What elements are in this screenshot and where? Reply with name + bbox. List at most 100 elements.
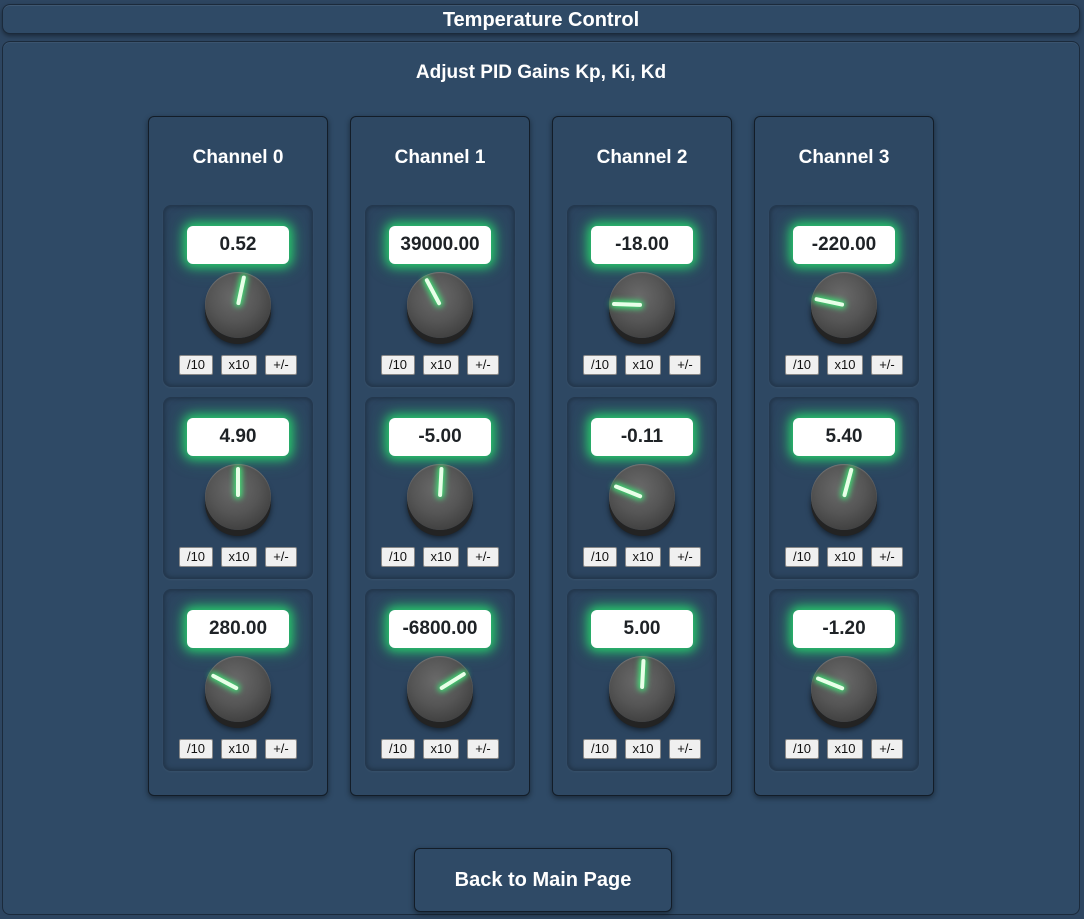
divide-by-ten-button[interactable]: /10 — [179, 739, 213, 759]
gain-button-row: /10 x10 +/- — [381, 355, 501, 375]
gain-value-display[interactable]: 280.00 — [187, 610, 289, 648]
multiply-by-ten-button[interactable]: x10 — [221, 355, 257, 375]
gain-value-display[interactable]: 0.52 — [187, 226, 289, 264]
divide-by-ten-button[interactable]: /10 — [583, 739, 617, 759]
gain-ki-control: 4.90/10 x10 +/- — [163, 397, 313, 579]
channel-panel-1: Channel 1 39000.00/10 x10 +/- -5.00/10 x10 +/-… — [350, 116, 530, 796]
gain-value-display[interactable]: -18.00 — [591, 226, 693, 264]
knob-indicator — [611, 301, 643, 307]
gain-value-display[interactable]: 39000.00 — [389, 226, 491, 264]
negate-button[interactable]: +/- — [669, 547, 701, 567]
multiply-by-ten-button[interactable]: x10 — [827, 739, 863, 759]
gain-button-row: /10 x10 +/- — [381, 739, 501, 759]
multiply-by-ten-button[interactable]: x10 — [625, 547, 661, 567]
divide-by-ten-button[interactable]: /10 — [785, 547, 819, 567]
knob-indicator — [640, 658, 646, 690]
back-to-main-button[interactable]: Back to Main Page — [414, 848, 672, 912]
gain-knob[interactable] — [609, 656, 675, 722]
gain-kp-control: -18.00/10 x10 +/- — [567, 205, 717, 387]
multiply-by-ten-button[interactable]: x10 — [221, 547, 257, 567]
divide-by-ten-button[interactable]: /10 — [381, 739, 415, 759]
negate-button[interactable]: +/- — [669, 355, 701, 375]
gain-value-display[interactable]: -220.00 — [793, 226, 895, 264]
gain-knob[interactable] — [205, 464, 271, 530]
gain-knob[interactable] — [811, 464, 877, 530]
gain-knob[interactable] — [811, 272, 877, 338]
gain-button-row: /10 x10 +/- — [381, 547, 501, 567]
gain-knob[interactable] — [407, 464, 473, 530]
gain-button-row: /10 x10 +/- — [785, 547, 905, 567]
gain-button-row: /10 x10 +/- — [583, 547, 703, 567]
gain-ki-control: -5.00/10 x10 +/- — [365, 397, 515, 579]
gain-kp-control: -220.00/10 x10 +/- — [769, 205, 919, 387]
page-title: Temperature Control — [442, 9, 640, 31]
knob-indicator — [236, 467, 240, 497]
knob-indicator — [210, 673, 239, 691]
multiply-by-ten-button[interactable]: x10 — [423, 355, 459, 375]
divide-by-ten-button[interactable]: /10 — [785, 739, 819, 759]
gain-value-display[interactable]: -1.20 — [793, 610, 895, 648]
gain-knob[interactable] — [205, 272, 271, 338]
divide-by-ten-button[interactable]: /10 — [179, 547, 213, 567]
negate-button[interactable]: +/- — [467, 547, 499, 567]
gain-knob[interactable] — [407, 272, 473, 338]
knob-indicator — [438, 671, 467, 691]
negate-button[interactable]: +/- — [265, 355, 297, 375]
multiply-by-ten-button[interactable]: x10 — [827, 355, 863, 375]
multiply-by-ten-button[interactable]: x10 — [625, 355, 661, 375]
gain-knob[interactable] — [811, 656, 877, 722]
multiply-by-ten-button[interactable]: x10 — [423, 547, 459, 567]
gain-value-display[interactable]: -6800.00 — [389, 610, 491, 648]
knob-indicator — [814, 296, 845, 307]
gain-knob[interactable] — [407, 656, 473, 722]
multiply-by-ten-button[interactable]: x10 — [827, 547, 863, 567]
negate-button[interactable]: +/- — [871, 739, 903, 759]
multiply-by-ten-button[interactable]: x10 — [423, 739, 459, 759]
gain-value-display[interactable]: 4.90 — [187, 418, 289, 456]
divide-by-ten-button[interactable]: /10 — [179, 355, 213, 375]
page-header: Temperature Control — [2, 4, 1080, 34]
gain-knob[interactable] — [609, 272, 675, 338]
knob-indicator — [613, 483, 643, 499]
negate-button[interactable]: +/- — [669, 739, 701, 759]
multiply-by-ten-button[interactable]: x10 — [221, 739, 257, 759]
negate-button[interactable]: +/- — [265, 739, 297, 759]
knob-indicator — [438, 466, 444, 498]
negate-button[interactable]: +/- — [265, 547, 297, 567]
gain-button-row: /10 x10 +/- — [179, 355, 299, 375]
gain-kd-control: -6800.00/10 x10 +/- — [365, 589, 515, 771]
gain-knob[interactable] — [205, 656, 271, 722]
knob-indicator — [424, 277, 442, 306]
gain-button-row: /10 x10 +/- — [785, 355, 905, 375]
negate-button[interactable]: +/- — [871, 547, 903, 567]
gain-button-row: /10 x10 +/- — [785, 739, 905, 759]
gain-knob[interactable] — [609, 464, 675, 530]
gain-value-display[interactable]: 5.40 — [793, 418, 895, 456]
divide-by-ten-button[interactable]: /10 — [381, 547, 415, 567]
gain-kp-control: 39000.00/10 x10 +/- — [365, 205, 515, 387]
section-subtitle: Adjust PID Gains Kp, Ki, Kd — [415, 62, 667, 83]
divide-by-ten-button[interactable]: /10 — [381, 355, 415, 375]
channel-panel-3: Channel 3 -220.00/10 x10 +/- 5.40/10 x10 +/- -1… — [754, 116, 934, 796]
gain-button-row: /10 x10 +/- — [179, 739, 299, 759]
channel-title: Channel 3 — [798, 147, 890, 168]
gain-ki-control: -0.11/10 x10 +/- — [567, 397, 717, 579]
gain-value-display[interactable]: -5.00 — [389, 418, 491, 456]
channel-title: Channel 2 — [596, 147, 688, 168]
channel-title: Channel 1 — [394, 147, 486, 168]
gain-ki-control: 5.40/10 x10 +/- — [769, 397, 919, 579]
negate-button[interactable]: +/- — [467, 355, 499, 375]
divide-by-ten-button[interactable]: /10 — [583, 547, 617, 567]
main-panel: Adjust PID Gains Kp, Ki, Kd Channel 0 0.5… — [2, 41, 1080, 915]
negate-button[interactable]: +/- — [467, 739, 499, 759]
negate-button[interactable]: +/- — [871, 355, 903, 375]
gain-button-row: /10 x10 +/- — [583, 739, 703, 759]
multiply-by-ten-button[interactable]: x10 — [625, 739, 661, 759]
divide-by-ten-button[interactable]: /10 — [583, 355, 617, 375]
divide-by-ten-button[interactable]: /10 — [785, 355, 819, 375]
gain-kd-control: 5.00/10 x10 +/- — [567, 589, 717, 771]
gain-value-display[interactable]: 5.00 — [591, 610, 693, 648]
gain-value-display[interactable]: -0.11 — [591, 418, 693, 456]
gain-kd-control: 280.00/10 x10 +/- — [163, 589, 313, 771]
knob-indicator — [842, 467, 854, 498]
